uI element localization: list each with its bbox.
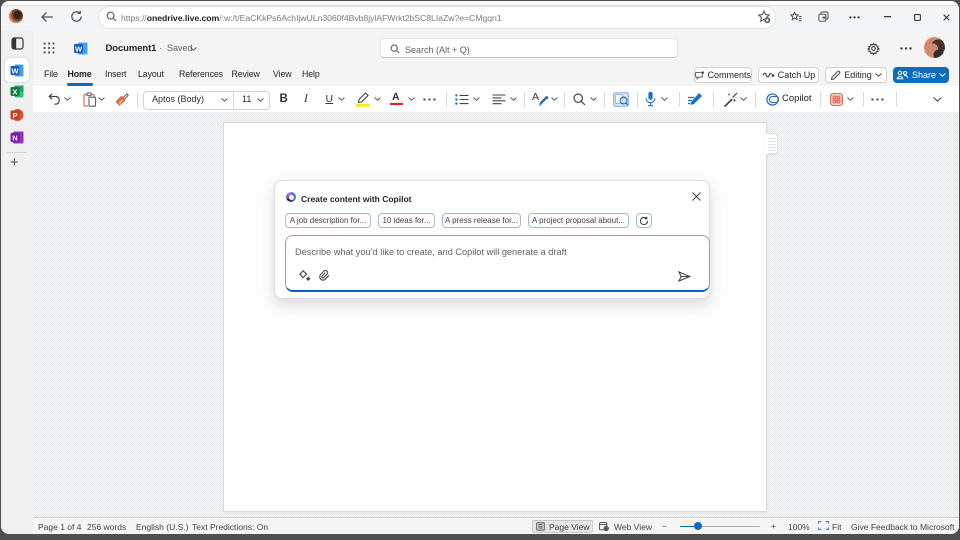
svg-text:W: W [11, 66, 19, 75]
svg-text:P: P [12, 111, 17, 120]
svg-text:N: N [12, 133, 17, 142]
svg-text:W: W [75, 44, 83, 53]
svg-text:X: X [12, 87, 17, 96]
